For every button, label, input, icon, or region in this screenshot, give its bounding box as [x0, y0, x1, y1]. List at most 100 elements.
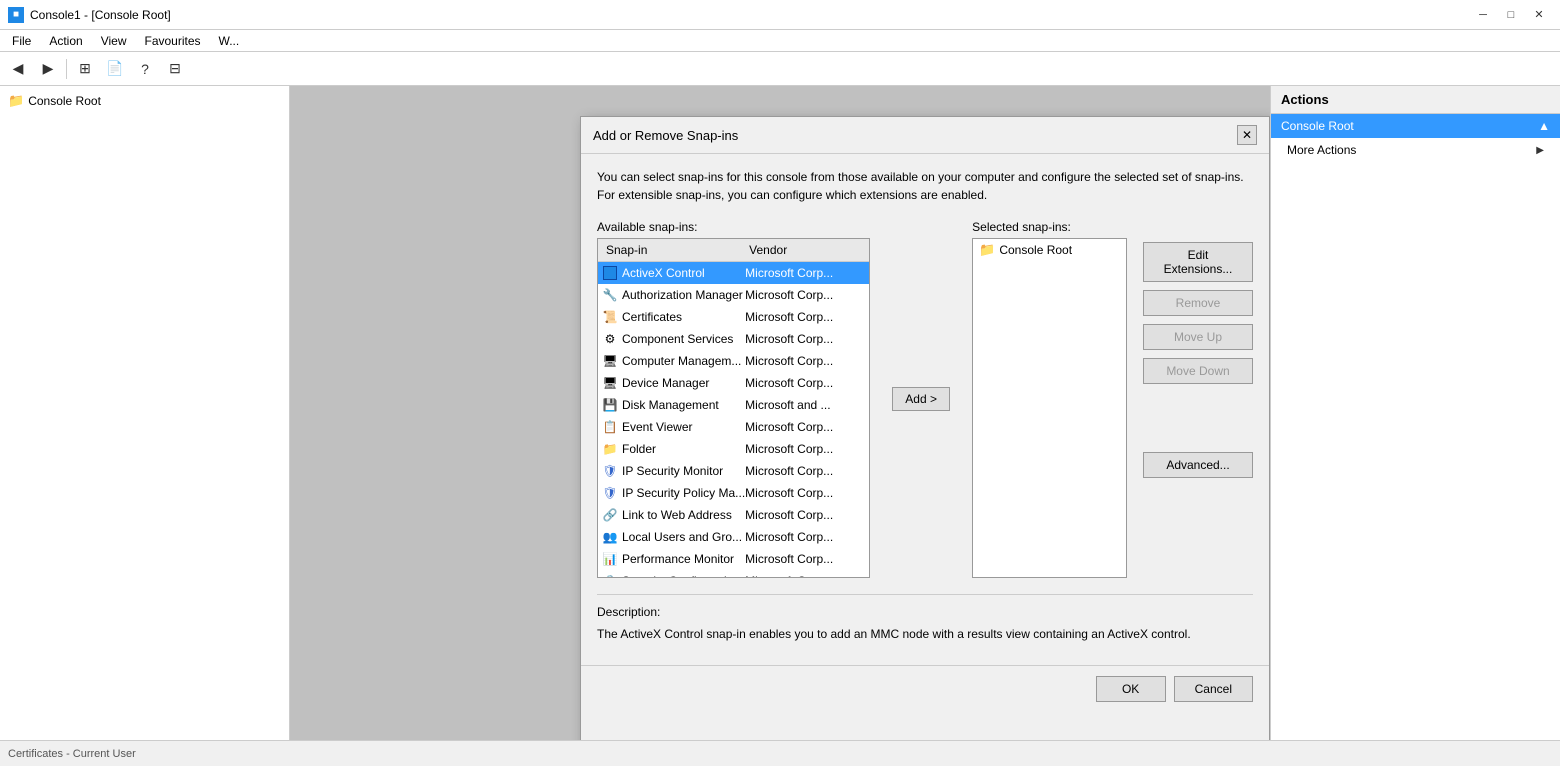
snapin-icon: 👥 — [602, 529, 618, 545]
expand-button[interactable]: ⊞ — [71, 56, 99, 82]
menu-action[interactable]: Action — [41, 32, 90, 50]
selected-snapin-icon: 📁 — [979, 242, 995, 258]
tree-item-console-root[interactable]: 📁 Console Root — [0, 90, 289, 112]
toolbar-separator — [66, 59, 67, 79]
snapin-row[interactable]: 👥 Local Users and Gro... Microsoft Corp.… — [598, 526, 869, 548]
move-up-button[interactable]: Move Up — [1143, 324, 1253, 350]
title-bar-left: ■ Console1 - [Console Root] — [8, 7, 171, 23]
menu-view[interactable]: View — [93, 32, 135, 50]
advanced-button[interactable]: Advanced... — [1143, 452, 1253, 478]
help-button[interactable]: ? — [131, 56, 159, 82]
tree-label-console-root: Console Root — [28, 94, 101, 108]
dialog-footer: OK Cancel — [581, 665, 1269, 716]
toolbar: ◀ ▶ ⊞ 📄 ? ⊟ — [0, 52, 1560, 86]
main-window: ■ Console1 - [Console Root] ─ □ ✕ File A… — [0, 0, 1560, 766]
snapin-vendor: Microsoft Corp... — [745, 376, 865, 390]
console-root-action-header: Console Root ▲ — [1271, 114, 1560, 138]
snapin-row[interactable]: 🔒 Security Configuratio... Microsoft Cor… — [598, 570, 869, 578]
middle-section: Add > — [886, 220, 956, 578]
snapin-vendor: Microsoft Corp... — [745, 266, 865, 280]
add-button[interactable]: Add > — [892, 387, 950, 411]
snapin-name: ActiveX Control — [622, 266, 745, 280]
menu-file[interactable]: File — [4, 32, 39, 50]
snapin-icon: 📊 — [602, 551, 618, 567]
ok-button[interactable]: OK — [1096, 676, 1166, 702]
snapin-name: IP Security Monitor — [622, 464, 745, 478]
snapin-row[interactable]: 📊 Performance Monitor Microsoft Corp... — [598, 548, 869, 570]
snapin-row[interactable]: 💾 Disk Management Microsoft and ... — [598, 394, 869, 416]
collapse-arrow-icon: ▲ — [1538, 119, 1550, 133]
snapin-row[interactable]: ⚙ Component Services Microsoft Corp... — [598, 328, 869, 350]
snapin-icon: 🔒 — [602, 573, 618, 578]
snapin-name: Authorization Manager — [622, 288, 745, 302]
snapin-icon: 📋 — [602, 419, 618, 435]
snapin-icon: 🛡 — [602, 485, 618, 501]
snapin-name: Component Services — [622, 332, 745, 346]
snapin-row[interactable]: 🔧 Authorization Manager Microsoft Corp..… — [598, 284, 869, 306]
available-snapins-container: Available snap-ins: Snap-in Vendor Activ… — [597, 220, 870, 578]
available-snapins-label: Available snap-ins: — [597, 220, 870, 234]
snapin-row[interactable]: 🖥 Device Manager Microsoft Corp... — [598, 372, 869, 394]
main-content: Add or Remove Snap-ins ✕ You can select … — [290, 86, 1270, 740]
snapin-vendor: Microsoft and ... — [745, 398, 865, 412]
snapin-name: Disk Management — [622, 398, 745, 412]
edit-extensions-button[interactable]: Edit Extensions... — [1143, 242, 1253, 282]
menu-favourites[interactable]: Favourites — [137, 32, 209, 50]
snapin-name: Folder — [622, 442, 745, 456]
more-actions-arrow-icon: ▶ — [1536, 145, 1544, 156]
selected-snapins-label: Selected snap-ins: — [972, 220, 1127, 234]
snapin-name: Local Users and Gro... — [622, 530, 745, 544]
right-panel: Actions Console Root ▲ More Actions ▶ — [1270, 86, 1560, 740]
export-button[interactable]: 📄 — [101, 56, 129, 82]
snapin-icon: 📜 — [602, 309, 618, 325]
maximize-button[interactable]: □ — [1498, 5, 1524, 25]
close-button[interactable]: ✕ — [1526, 5, 1552, 25]
snapin-row[interactable]: 🛡 IP Security Monitor Microsoft Corp... — [598, 460, 869, 482]
add-remove-snapins-dialog: Add or Remove Snap-ins ✕ You can select … — [580, 116, 1270, 740]
snapin-row[interactable]: 🖥 Computer Managem... Microsoft Corp... — [598, 350, 869, 372]
back-button[interactable]: ◀ — [4, 56, 32, 82]
remove-button[interactable]: Remove — [1143, 290, 1253, 316]
snapin-name: Link to Web Address — [622, 508, 745, 522]
more-actions-item[interactable]: More Actions ▶ — [1271, 138, 1560, 162]
menu-w[interactable]: W... — [211, 32, 248, 50]
dialog-title: Add or Remove Snap-ins — [593, 128, 738, 143]
snapin-row[interactable]: ActiveX Control Microsoft Corp... — [598, 262, 869, 284]
title-controls: ─ □ ✕ — [1470, 5, 1552, 25]
snapin-row[interactable]: 📜 Certificates Microsoft Corp... — [598, 306, 869, 328]
minimize-button[interactable]: ─ — [1470, 5, 1496, 25]
snapin-icon: 🔗 — [602, 507, 618, 523]
selected-snapins-list[interactable]: 📁 Console Root — [972, 238, 1127, 578]
forward-button[interactable]: ▶ — [34, 56, 62, 82]
snapin-vendor: Microsoft Corp... — [745, 486, 865, 500]
snapin-vendor: Microsoft Corp... — [745, 354, 865, 368]
selected-rows-container: 📁 Console Root — [973, 239, 1126, 261]
selected-snapin-row[interactable]: 📁 Console Root — [973, 239, 1126, 261]
right-buttons-panel: Edit Extensions... Remove Move Up Move D… — [1143, 220, 1253, 578]
snapin-row[interactable]: 🛡 IP Security Policy Ma... Microsoft Cor… — [598, 482, 869, 504]
app-icon: ■ — [8, 7, 24, 23]
snapin-row[interactable]: 🔗 Link to Web Address Microsoft Corp... — [598, 504, 869, 526]
snapin-icon: 🛡 — [602, 463, 618, 479]
available-snapins-list[interactable]: Snap-in Vendor ActiveX Control Microsoft… — [597, 238, 870, 578]
move-down-button[interactable]: Move Down — [1143, 358, 1253, 384]
vendor-col-header: Vendor — [745, 241, 865, 259]
snapin-row[interactable]: 📁 Folder Microsoft Corp... — [598, 438, 869, 460]
snapin-row[interactable]: 📋 Event Viewer Microsoft Corp... — [598, 416, 869, 438]
snapin-vendor: Microsoft Corp... — [745, 530, 865, 544]
snapin-icon: 📁 — [602, 441, 618, 457]
snapin-name: Computer Managem... — [622, 354, 745, 368]
snapin-icon: 🔧 — [602, 287, 618, 303]
status-text: Certificates - Current User — [8, 748, 136, 760]
snapin-vendor: Microsoft Corp... — [745, 332, 865, 346]
dialog-close-button[interactable]: ✕ — [1237, 125, 1257, 145]
dialog-description: You can select snap-ins for this console… — [597, 168, 1253, 204]
cancel-button[interactable]: Cancel — [1174, 676, 1253, 702]
snapin-vendor: Microsoft Corp... — [745, 420, 865, 434]
content-area: 📁 Console Root Add or Remove Snap-ins ✕ — [0, 86, 1560, 740]
snapin-name: Event Viewer — [622, 420, 745, 434]
more-actions-label: More Actions — [1287, 143, 1356, 157]
title-bar: ■ Console1 - [Console Root] ─ □ ✕ — [0, 0, 1560, 30]
collapse-button[interactable]: ⊟ — [161, 56, 189, 82]
snapin-name: Security Configuratio... — [622, 574, 745, 578]
